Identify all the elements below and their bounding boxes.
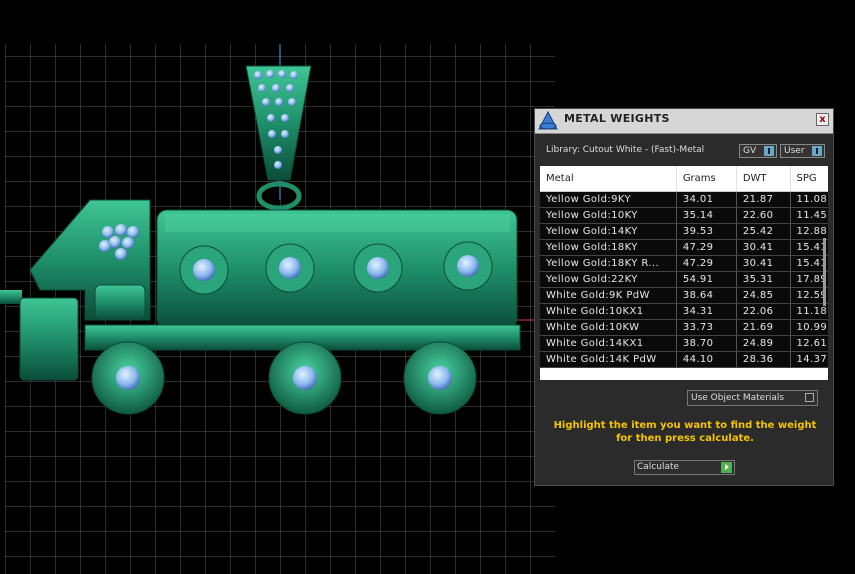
- table-row[interactable]: Yellow Gold:18KY R... 47.29 30.41 15.41: [540, 255, 828, 272]
- grams-cell: 47.29: [676, 255, 737, 272]
- dwt-cell: 30.41: [736, 239, 791, 256]
- column-header-metal[interactable]: Metal: [540, 166, 677, 192]
- metal-cell: White Gold:10KW: [540, 319, 677, 336]
- grams-cell: 39.53: [676, 223, 737, 240]
- metal-weights-panel: METAL WEIGHTS x Library: Cutout White - …: [534, 108, 834, 486]
- spg-cell: 12.61: [790, 335, 828, 352]
- metal-table[interactable]: Metal Grams DWT SPG Yellow Gold:9KY 34.01…: [540, 166, 828, 380]
- metal-cell: Yellow Gold:10KY: [540, 207, 677, 224]
- library-label: Library: Cutout White - (Fast)-Metal: [546, 145, 705, 155]
- panel-title: METAL WEIGHTS: [564, 112, 670, 125]
- table-row[interactable]: Yellow Gold:14KY 39.53 25.42 12.88: [540, 223, 828, 240]
- grams-cell: 33.73: [676, 319, 737, 336]
- play-icon: [721, 462, 732, 473]
- user-label: User: [784, 146, 805, 156]
- spg-cell: 11.08: [790, 191, 828, 208]
- metal-cell: Yellow Gold:18KY R...: [540, 255, 677, 272]
- table-row[interactable]: Yellow Gold:18KY 47.29 30.41 15.41: [540, 239, 828, 256]
- flower-4: [443, 241, 493, 291]
- grams-cell: 47.29: [676, 239, 737, 256]
- table-row[interactable]: White Gold:10KX1 34.31 22.06 11.18: [540, 303, 828, 320]
- metal-cell: White Gold:14KX1: [540, 335, 677, 352]
- vertical-scrollbar[interactable]: [823, 238, 826, 306]
- grams-cell: 34.01: [676, 191, 737, 208]
- metal-cell: White Gold:9K PdW: [540, 287, 677, 304]
- grams-cell: 38.64: [676, 287, 737, 304]
- dwt-cell: 25.42: [736, 223, 791, 240]
- metal-cell: White Gold:14K PdW: [540, 351, 677, 368]
- table-row[interactable]: Yellow Gold:9KY 34.01 21.87 11.08: [540, 191, 828, 208]
- grams-cell: 35.14: [676, 207, 737, 224]
- flower-2: [265, 243, 315, 293]
- grams-cell: 54.91: [676, 271, 737, 288]
- calculate-label: Calculate: [637, 462, 680, 472]
- dwt-cell: 22.06: [736, 303, 791, 320]
- metal-cell: Yellow Gold:9KY: [540, 191, 677, 208]
- table-row[interactable]: White Gold:9K PdW 38.64 24.85 12.59: [540, 287, 828, 304]
- metal-cell: Yellow Gold:18KY: [540, 239, 677, 256]
- use-object-materials-label: Use Object Materials: [691, 393, 785, 403]
- table-row[interactable]: White Gold:14KX1 38.70 24.89 12.61: [540, 335, 828, 352]
- column-header-dwt[interactable]: DWT: [736, 166, 791, 192]
- table-row[interactable]: White Gold:10KW 33.73 21.69 10.99: [540, 319, 828, 336]
- gv-toggle[interactable]: GV: [739, 144, 777, 158]
- column-header-grams[interactable]: Grams: [676, 166, 737, 192]
- spg-cell: 10.99: [790, 319, 828, 336]
- user-toggle[interactable]: User: [780, 144, 825, 158]
- toggle-icon: [812, 146, 822, 156]
- dwt-cell: 24.85: [736, 287, 791, 304]
- dwt-cell: 22.60: [736, 207, 791, 224]
- grams-cell: 44.10: [676, 351, 737, 368]
- spg-cell: 11.45: [790, 207, 828, 224]
- truck-wheels: [91, 341, 477, 415]
- app-logo-icon: [538, 110, 558, 130]
- dwt-cell: 21.87: [736, 191, 791, 208]
- table-row[interactable]: White Gold:14K PdW 44.10 28.36 14.37: [540, 351, 828, 368]
- metal-cell: White Gold:10KX1: [540, 303, 677, 320]
- metal-cell: Yellow Gold:22KY: [540, 271, 677, 288]
- table-row[interactable]: Yellow Gold:22KY 54.91 35.31 17.89: [540, 271, 828, 288]
- grams-cell: 34.31: [676, 303, 737, 320]
- column-header-spg[interactable]: SPG: [790, 166, 828, 192]
- gv-label: GV: [743, 146, 757, 156]
- instruction-text: Highlight the item you want to find the …: [553, 420, 817, 444]
- panel-titlebar[interactable]: METAL WEIGHTS x: [535, 109, 833, 134]
- table-header-row: Metal Grams DWT SPG: [540, 166, 828, 192]
- dwt-cell: 30.41: [736, 255, 791, 272]
- radio-icon: [805, 393, 814, 402]
- metal-cell: Yellow Gold:14KY: [540, 223, 677, 240]
- truck-tank: [156, 209, 518, 329]
- dwt-cell: 28.36: [736, 351, 791, 368]
- spg-cell: 14.37: [790, 351, 828, 368]
- table-row[interactable]: Yellow Gold:10KY 35.14 22.60 11.45: [540, 207, 828, 224]
- dwt-cell: 35.31: [736, 271, 791, 288]
- flower-1: [179, 245, 229, 295]
- dwt-cell: 24.89: [736, 335, 791, 352]
- toggle-icon: [764, 146, 774, 156]
- close-icon[interactable]: x: [816, 113, 829, 126]
- calculate-button[interactable]: Calculate: [634, 460, 735, 475]
- use-object-materials-option[interactable]: Use Object Materials: [687, 390, 818, 406]
- dwt-cell: 21.69: [736, 319, 791, 336]
- grams-cell: 38.70: [676, 335, 737, 352]
- flower-3: [353, 243, 403, 293]
